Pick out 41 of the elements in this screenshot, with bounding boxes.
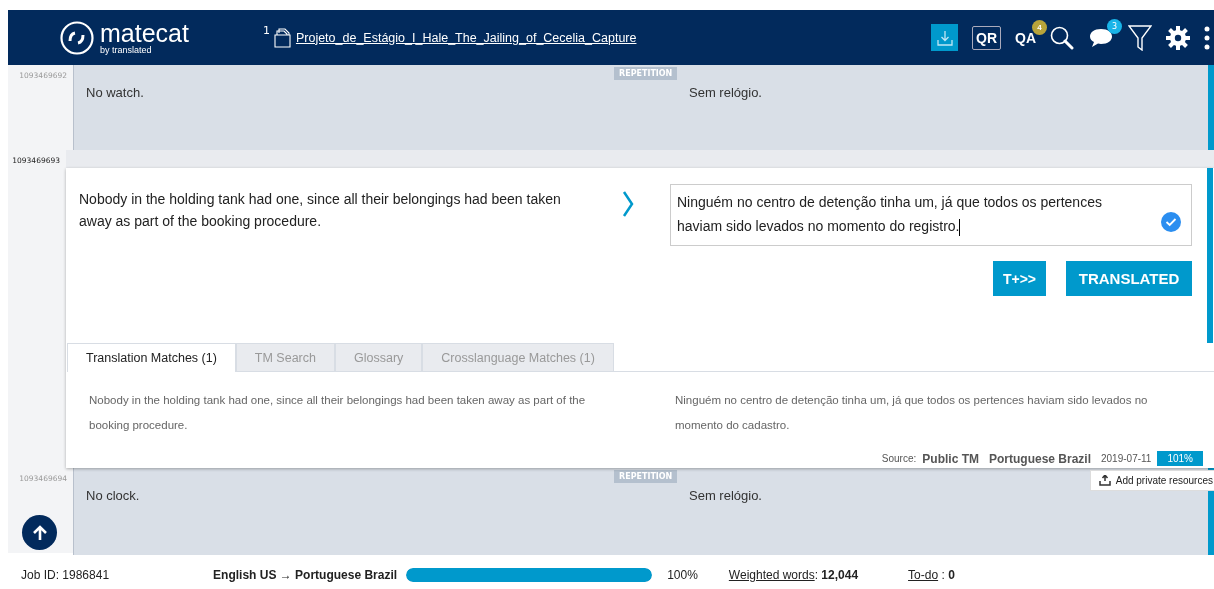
more-icon[interactable] (1204, 25, 1210, 50)
check-icon (1161, 212, 1181, 232)
logo-icon (60, 20, 94, 55)
repetition-tag: REPETITION (614, 67, 678, 80)
settings-icon[interactable] (1166, 25, 1190, 50)
job-id: Job ID: 1986841 (21, 568, 110, 582)
upload-icon (1098, 475, 1111, 486)
qa-count-badge: 4 (1032, 19, 1047, 35)
match-source-text: Nobody in the holding tank had one, since all their belongings had been taken away as part of the booking procedure. (89, 393, 587, 433)
language-pair: English US → Portuguese Brazil (213, 568, 398, 582)
target-field[interactable]: Ninguém no centro de detenção tinha um, já que todos os pertences haviam sido levados no momento do registro. (670, 184, 1192, 246)
segment-row[interactable]: REPETITION No watch. Sem relógio. (73, 65, 1214, 150)
origin-name: Public TM (922, 451, 979, 466)
source-text: Nobody in the holding tank had one, since all their belongings had been taken away as part of the booking procedure. (78, 190, 562, 231)
repetition-tag: REPETITION (614, 470, 678, 483)
match-date: 2019-07-11 (1101, 453, 1152, 464)
target-text: Sem relógio. (688, 487, 762, 503)
weighted-words: Weighted words: 12,044 (728, 568, 859, 582)
chevron-icon (622, 190, 634, 218)
qr-button[interactable]: QR (972, 25, 1001, 50)
match-language: Portuguese Brazil (988, 451, 1091, 466)
files-icon (271, 27, 292, 48)
file-count: 1 (262, 23, 270, 37)
source-text: No clock. (85, 487, 140, 503)
logo-tagline: by translated (100, 44, 153, 55)
comments-icon[interactable] (1088, 26, 1114, 49)
logo-text: matecat (100, 20, 189, 45)
source-text: No watch. (85, 84, 144, 100)
panel-tab[interactable]: Translation Matches (1) (67, 343, 236, 372)
file-link[interactable]: Projeto_de_Estágio_I_Hale_The_Jailing_of_Cecelia_Capture (295, 30, 637, 45)
todo-count: To-do : 0 (908, 568, 955, 582)
progress-percent: 100% (667, 568, 698, 582)
download-icon (936, 29, 953, 46)
comments-count-badge: 3 (1107, 18, 1122, 34)
search-icon[interactable] (1050, 25, 1074, 50)
origin-label: Source: (881, 453, 917, 464)
add-resources-button[interactable]: Add private resources (1089, 470, 1214, 491)
match-target-text[interactable]: Ninguém no centro de detenção tinha um, já que todos os pertences haviam sido levados no momento do cadastro. (675, 388, 1214, 438)
match-score: 101% (1157, 451, 1203, 466)
filter-icon[interactable] (1128, 24, 1152, 51)
target-text: Sem relógio. (688, 84, 762, 100)
